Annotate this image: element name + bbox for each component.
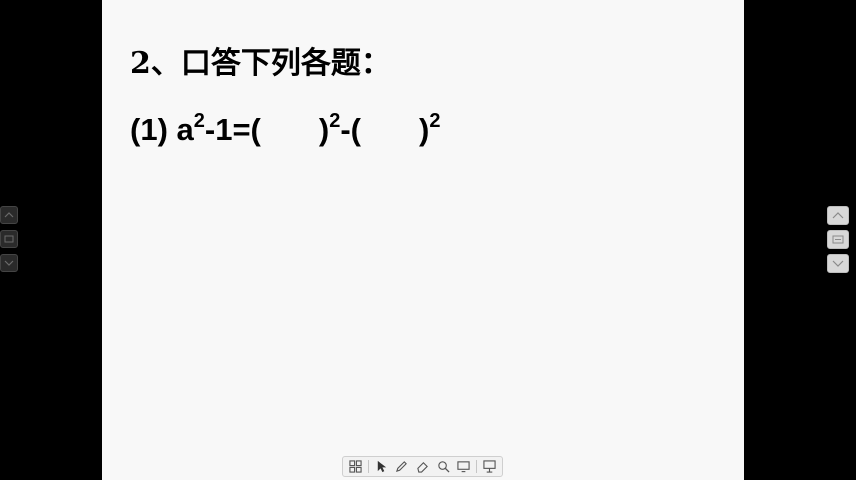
- presentation-icon: [483, 460, 496, 473]
- exponent: 2: [429, 110, 441, 132]
- eraser-tool-button[interactable]: [413, 458, 432, 475]
- equation-line: (1) a2-1=()2-()2: [130, 110, 441, 148]
- presentation-tool-button[interactable]: [480, 458, 499, 475]
- pen-tool-button[interactable]: [392, 458, 411, 475]
- grid-icon: [349, 460, 362, 473]
- pointer-tool-button[interactable]: [372, 458, 391, 475]
- eraser-icon: [417, 461, 428, 473]
- chevron-down-icon: [4, 260, 14, 266]
- left-next-button[interactable]: [0, 254, 18, 272]
- toolbar-divider: [476, 460, 478, 473]
- presentation-stage: 2、口答下列各题： (1) a2-1=()2-()2: [0, 0, 856, 480]
- right-pages-button[interactable]: [827, 230, 849, 249]
- page-list-icon: [4, 235, 14, 243]
- equation-part: ): [418, 112, 430, 147]
- grid-tool-button[interactable]: [346, 458, 365, 475]
- exponent: 2: [193, 110, 205, 132]
- screen-tool-button[interactable]: [455, 458, 474, 475]
- zoom-tool-button[interactable]: [434, 458, 453, 475]
- equation-part: ): [318, 112, 330, 147]
- left-pages-button[interactable]: [0, 230, 18, 248]
- zoom-icon: [438, 461, 450, 473]
- screen-icon: [457, 461, 471, 473]
- pointer-icon: [377, 460, 386, 473]
- page-list-icon: [832, 235, 844, 244]
- slide-title: 2、口答下列各题：: [130, 46, 391, 81]
- chevron-up-icon: [4, 212, 14, 218]
- left-prev-button[interactable]: [0, 206, 18, 224]
- toolbar-divider: [367, 460, 369, 473]
- equation-part: -(: [340, 112, 361, 147]
- right-prev-button[interactable]: [827, 206, 849, 225]
- pen-icon: [396, 461, 408, 473]
- chevron-up-icon: [832, 212, 844, 219]
- slide-canvas: 2、口答下列各题： (1) a2-1=()2-()2: [102, 0, 744, 480]
- right-next-button[interactable]: [827, 254, 849, 273]
- annotation-toolbar: [342, 456, 503, 477]
- equation-prefix: (1) a: [130, 112, 194, 147]
- equation-part: -1=(: [204, 112, 261, 147]
- chevron-down-icon: [832, 260, 844, 267]
- exponent: 2: [329, 110, 341, 132]
